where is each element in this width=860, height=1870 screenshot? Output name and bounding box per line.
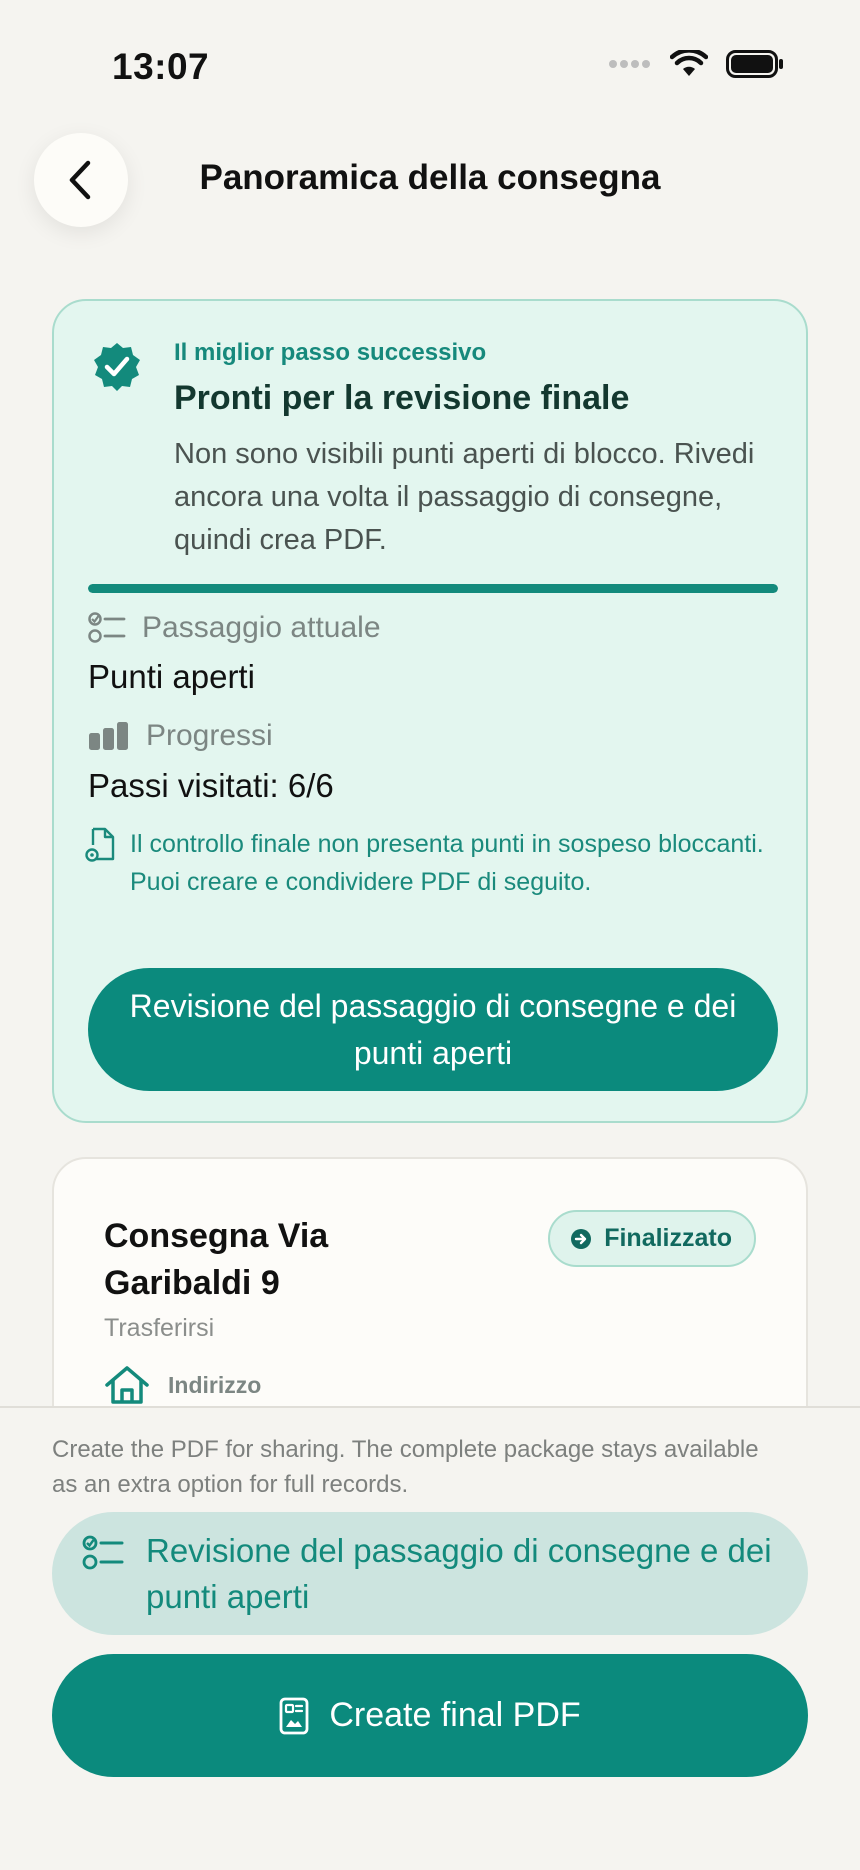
document-image-icon: [279, 1697, 309, 1734]
battery-icon: [726, 50, 783, 78]
bottom-note: Create the PDF for sharing. The complete…: [52, 1436, 759, 1498]
next-step-heading: Pronti per la revisione finale: [174, 379, 630, 417]
bottom-action-panel: Create the PDF for sharing. The complete…: [0, 1406, 860, 1870]
progress-label: Progressi: [146, 719, 273, 752]
create-final-pdf-label: Create final PDF: [329, 1696, 581, 1734]
secondary-review-label: Revisione del passaggio di consegne e de…: [146, 1531, 772, 1615]
next-step-description: Non sono visibili punti aperti di blocco…: [174, 438, 755, 556]
document-settings-icon: [85, 827, 115, 862]
final-check-text: Il controllo finale non presenta punti i…: [130, 830, 764, 896]
secondary-review-button[interactable]: Revisione del passaggio di consegne e de…: [52, 1512, 808, 1635]
next-step-card: Il miglior passo successivo Pronti per l…: [52, 299, 808, 1123]
create-final-pdf-button[interactable]: Create final PDF: [52, 1654, 808, 1777]
final-check-info: Il controllo finale non presenta punti i…: [84, 825, 784, 901]
checklist-icon: [88, 612, 126, 643]
wifi-icon: [670, 50, 708, 76]
page-title: Panoramica della consegna: [199, 158, 661, 197]
progress-bar: [88, 584, 778, 593]
progress-bar-fill: [88, 584, 778, 593]
review-handover-button[interactable]: Revisione del passaggio di consegne e de…: [88, 968, 778, 1091]
status-time: 13:07: [112, 46, 210, 87]
address-row: Indirizzo: [104, 1365, 261, 1405]
home-icon: [105, 1366, 149, 1404]
signal-icon: [609, 60, 650, 68]
current-step-label-row: Passaggio attuale: [88, 611, 381, 645]
delivery-title: Consegna Via Garibaldi 9: [104, 1217, 329, 1302]
arrow-circle-icon: [571, 1228, 592, 1249]
verified-badge-icon: [94, 343, 140, 391]
current-step-label: Passaggio attuale: [142, 611, 381, 644]
address-label: Indirizzo: [168, 1371, 262, 1398]
status-bar: 13:07: [0, 0, 860, 120]
checklist-icon: [82, 1535, 124, 1570]
delivery-subtitle: Trasferirsi: [104, 1314, 215, 1342]
progress-label-row: Progressi: [88, 719, 273, 753]
status-badge-label: Finalizzato: [604, 1224, 732, 1252]
progress-value: Passi visitati: 6/6: [88, 767, 334, 804]
status-icons: [608, 50, 784, 78]
status-badge: Finalizzato: [548, 1210, 756, 1267]
bar-chart-icon: [89, 722, 128, 750]
current-step-value: Punti aperti: [88, 658, 255, 695]
next-step-eyebrow: Il miglior passo successivo: [174, 339, 487, 366]
